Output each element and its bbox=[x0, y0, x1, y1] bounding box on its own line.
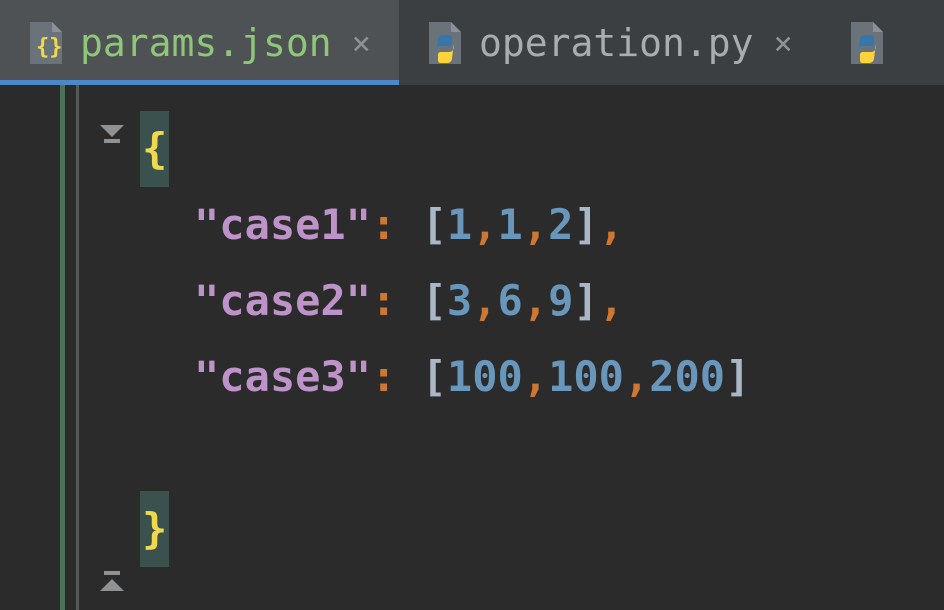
close-brace: } bbox=[140, 491, 169, 567]
tab-params-json[interactable]: {} params.json × bbox=[0, 0, 399, 85]
gutter-guide-inner bbox=[76, 85, 79, 610]
code-line bbox=[140, 415, 944, 491]
gutter-guide-outer bbox=[60, 85, 65, 610]
tab-label: operation.py bbox=[479, 21, 754, 65]
open-brace: { bbox=[140, 111, 169, 187]
python-file-icon bbox=[845, 20, 885, 66]
close-icon[interactable]: × bbox=[348, 24, 375, 62]
fold-collapse-icon[interactable] bbox=[96, 563, 128, 595]
python-file-icon bbox=[423, 20, 463, 66]
code-content[interactable]: { "case1": [1,1,2], "case2": [3,6,9], "c… bbox=[140, 85, 944, 610]
close-icon[interactable]: × bbox=[769, 24, 796, 62]
code-line: "case2": [3,6,9], bbox=[140, 263, 944, 339]
json-file-icon: {} bbox=[24, 20, 64, 66]
code-line: } bbox=[140, 491, 944, 567]
tab-partial[interactable] bbox=[821, 0, 925, 85]
code-line: "case1": [1,1,2], bbox=[140, 187, 944, 263]
code-line: { bbox=[140, 111, 944, 187]
code-line: "case3": [100,100,200] bbox=[140, 339, 944, 415]
fold-collapse-icon[interactable] bbox=[96, 121, 128, 153]
tab-bar: {} params.json × operation.py × bbox=[0, 0, 944, 85]
tab-label: params.json bbox=[80, 21, 332, 65]
editor-area: { "case1": [1,1,2], "case2": [3,6,9], "c… bbox=[0, 85, 944, 610]
tab-operation-py[interactable]: operation.py × bbox=[399, 0, 821, 85]
svg-text:{}: {} bbox=[36, 35, 63, 60]
gutter bbox=[0, 85, 140, 610]
